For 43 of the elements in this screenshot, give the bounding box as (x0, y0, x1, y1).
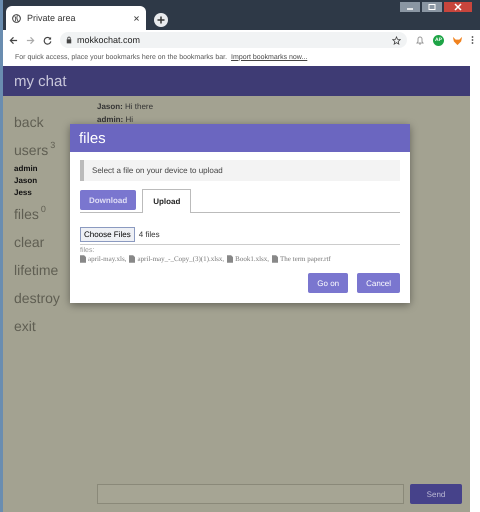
star-icon[interactable] (392, 36, 401, 44)
minimize-icon[interactable] (400, 2, 420, 12)
sidebar-link[interactable]: back (14, 108, 44, 136)
close-icon[interactable] (133, 14, 140, 22)
address-bar[interactable]: mokkochat.com (60, 32, 407, 48)
message-input[interactable] (97, 484, 404, 504)
plus-icon[interactable] (154, 13, 168, 27)
sidebar-link[interactable]: users$^{3}$ (14, 136, 56, 164)
tab[interactable]: Upload (142, 189, 192, 213)
sidebar-link[interactable]: lifetime (14, 256, 58, 284)
browser-tab[interactable]: Private area (6, 6, 146, 30)
tab-title: Private area (27, 13, 77, 23)
tab[interactable]: Download (80, 190, 136, 210)
send-button[interactable]: Send (410, 484, 462, 504)
user-name: Jess (14, 188, 33, 199)
fox-icon[interactable] (452, 34, 463, 46)
sidebar-link[interactable]: files$^{0}$ (14, 200, 46, 228)
file-icon (80, 255, 86, 263)
user-name: Jason (14, 176, 38, 187)
file-count: 4 files (138, 230, 160, 239)
dialog-button[interactable]: Go on (308, 273, 348, 293)
file-icon (227, 255, 234, 263)
sidebar-link[interactable]: destroy (14, 284, 60, 312)
bell-icon[interactable] (415, 35, 425, 45)
back-icon[interactable] (9, 36, 18, 44)
maximize-icon[interactable] (422, 2, 442, 12)
sidebar-link[interactable]: clear (14, 228, 44, 256)
app-title: my chat (14, 72, 67, 90)
reload-icon[interactable] (43, 36, 52, 44)
dialog-button[interactable]: Cancel (357, 273, 400, 293)
modal-title: files (79, 130, 106, 146)
file-icon (272, 255, 278, 263)
globe-icon (12, 14, 21, 22)
lock-icon (66, 36, 72, 44)
close-icon[interactable] (444, 2, 472, 12)
choose-files-button[interactable]: Choose Files (80, 227, 135, 242)
url-text: mokkochat.com (77, 35, 142, 45)
file-icon (129, 255, 136, 263)
sidebar-link[interactable]: exit (14, 312, 36, 340)
menu-icon[interactable] (471, 35, 474, 45)
chat-message: admin: Hi (97, 115, 134, 124)
chat-message: Jason: Hi there (97, 102, 154, 111)
upload-hint: Select a file on your device to upload (92, 166, 223, 175)
